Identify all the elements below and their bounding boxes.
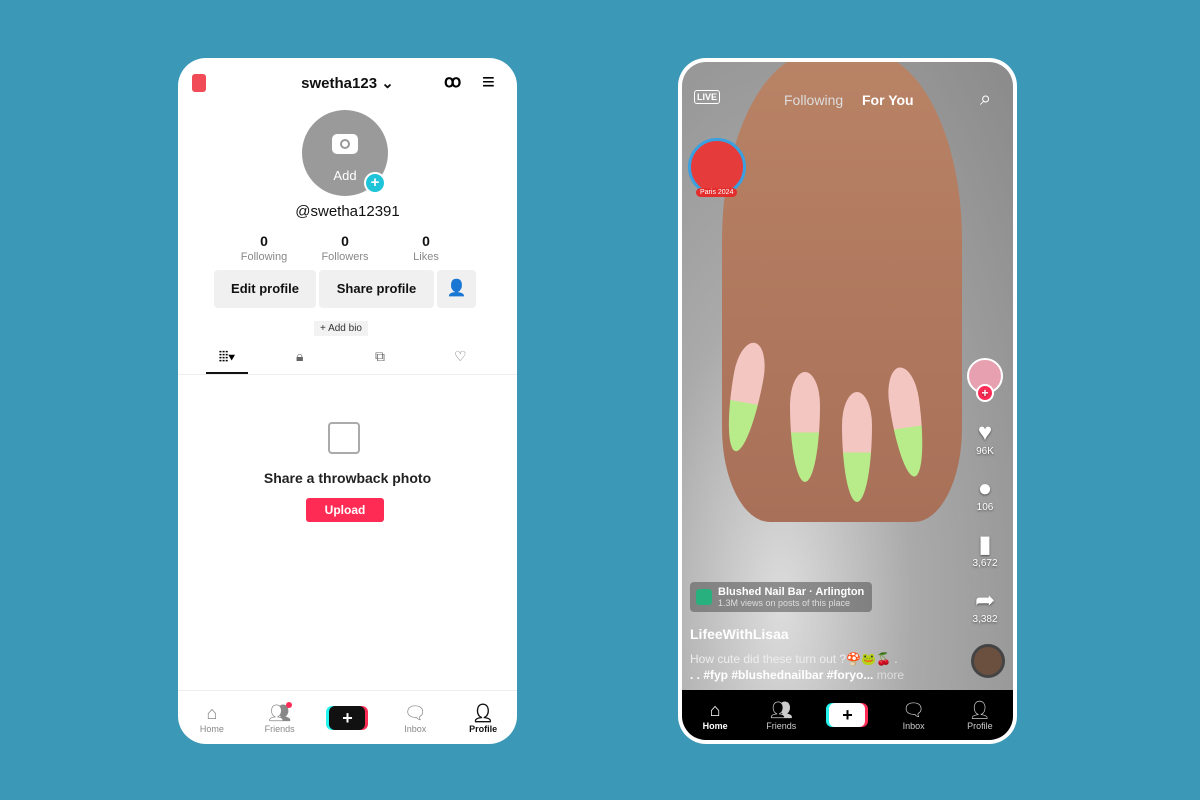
home-icon: ⌂ xyxy=(206,702,218,723)
live-icon[interactable]: LIVE xyxy=(694,90,721,104)
username: swetha123 xyxy=(301,75,378,92)
inbox-icon: 🗨︎ xyxy=(403,702,427,723)
nav-friends[interactable]: 👥︎ Friends xyxy=(250,701,310,734)
edit-profile-button[interactable]: Edit profile xyxy=(214,270,316,308)
nav-home[interactable]: ⌂ Home xyxy=(685,699,745,731)
profile-icon: 👤︎ xyxy=(471,702,495,723)
nav-profile[interactable]: 👤︎ Profile xyxy=(950,699,1010,731)
nav-create[interactable]: + xyxy=(317,705,377,730)
nav-inbox[interactable]: 🗨︎ Inbox xyxy=(884,699,944,731)
share-profile-button[interactable]: Share profile xyxy=(319,270,434,308)
feed-phone: LIVE Following For You ⌕ Paris 2024 + ♥ 9… xyxy=(678,58,1017,744)
caption-hashtags[interactable]: . . #fyp #blushednailbar #foryo... xyxy=(690,668,873,682)
tab-divider xyxy=(178,374,517,375)
nav-friends[interactable]: 👥︎ Friends xyxy=(751,699,811,731)
menu-icon[interactable]: ≡ xyxy=(482,69,495,95)
creator-avatar[interactable]: + xyxy=(963,358,1007,402)
photo-icon xyxy=(328,422,360,454)
empty-title: Share a throwback photo xyxy=(263,470,432,486)
more-link[interactable]: more xyxy=(877,668,904,682)
nav-profile[interactable]: 👤︎ Profile xyxy=(453,702,513,734)
footprints-icon[interactable]: ꝏ xyxy=(444,72,461,92)
tab-for-you[interactable]: For You xyxy=(862,92,914,108)
chevron-down-icon: ⌄ xyxy=(381,75,394,92)
add-friend-icon[interactable]: 👤 xyxy=(437,270,476,308)
nav-inbox[interactable]: 🗨︎ Inbox xyxy=(385,702,445,734)
search-icon[interactable]: ⌕ xyxy=(980,88,991,111)
bottom-nav: ⌂ Home 👥︎ Friends + 🗨︎ Inbox 👤︎ Profile xyxy=(178,690,517,744)
friends-icon: 👥︎ xyxy=(769,700,793,720)
tab-videos-grid-icon[interactable]: ⦙⦙⦙▾ xyxy=(206,348,248,365)
nav-home[interactable]: ⌂ Home xyxy=(182,702,242,734)
upload-button[interactable]: Upload xyxy=(306,498,384,522)
video-hand-image xyxy=(722,62,962,522)
stat-followers[interactable]: 0 Followers xyxy=(305,233,385,263)
tab-following[interactable]: Following xyxy=(784,92,843,108)
location-pin-icon xyxy=(696,589,712,605)
comment-icon: ● xyxy=(977,475,993,502)
nav-create[interactable]: + xyxy=(817,703,877,727)
profile-icon: 👤︎ xyxy=(968,700,992,720)
stat-following[interactable]: 0 Following xyxy=(224,233,304,263)
inbox-icon: 🗨︎ xyxy=(902,700,926,720)
create-icon: + xyxy=(329,705,366,730)
share-icon: ➦ xyxy=(974,587,996,614)
heart-icon: ♥ xyxy=(977,419,993,446)
music-disc-icon[interactable] xyxy=(971,644,1005,678)
caption-line1: How cute did these turn out ?🍄🐸🍒 . xyxy=(690,652,898,666)
username-dropdown[interactable]: swetha123 ⌄ xyxy=(178,74,517,92)
author-name[interactable]: LifeeWithLisaa xyxy=(690,626,789,642)
home-icon: ⌂ xyxy=(709,700,721,720)
profile-phone: swetha123 ⌄ ꝏ ≡ Add + @swetha12391 0 Foll… xyxy=(178,58,517,744)
bookmark-icon: ▮ xyxy=(978,531,992,558)
stat-likes[interactable]: 0 Likes xyxy=(386,233,466,263)
bottom-nav: ⌂ Home 👥︎ Friends + 🗨︎ Inbox 👤︎ Profile xyxy=(682,690,1013,740)
create-icon: + xyxy=(829,703,866,727)
location-tag[interactable]: Blushed Nail Bar · Arlington 1.3M views … xyxy=(690,582,873,612)
handle: @swetha12391 xyxy=(295,203,400,220)
tab-liked-icon[interactable]: ♡ xyxy=(454,348,467,365)
share-button[interactable]: ➦ 3,382 xyxy=(963,587,1007,626)
tab-reposts-icon[interactable]: ⧉ xyxy=(375,348,385,365)
add-bio-button[interactable]: + Add bio xyxy=(314,321,368,336)
comment-button[interactable]: ● 106 xyxy=(963,475,1007,514)
tab-private-lock-icon[interactable]: 🔒︎ xyxy=(296,348,303,365)
bookmark-button[interactable]: ▮ 3,672 xyxy=(963,531,1007,570)
video-player[interactable]: LIVE Following For You ⌕ Paris 2024 + ♥ 9… xyxy=(682,62,1013,740)
camera-icon xyxy=(332,134,358,154)
paris-badge: Paris 2024 xyxy=(696,188,738,197)
like-button[interactable]: ♥ 96K xyxy=(963,419,1007,458)
add-avatar-plus-icon[interactable]: + xyxy=(364,172,386,194)
